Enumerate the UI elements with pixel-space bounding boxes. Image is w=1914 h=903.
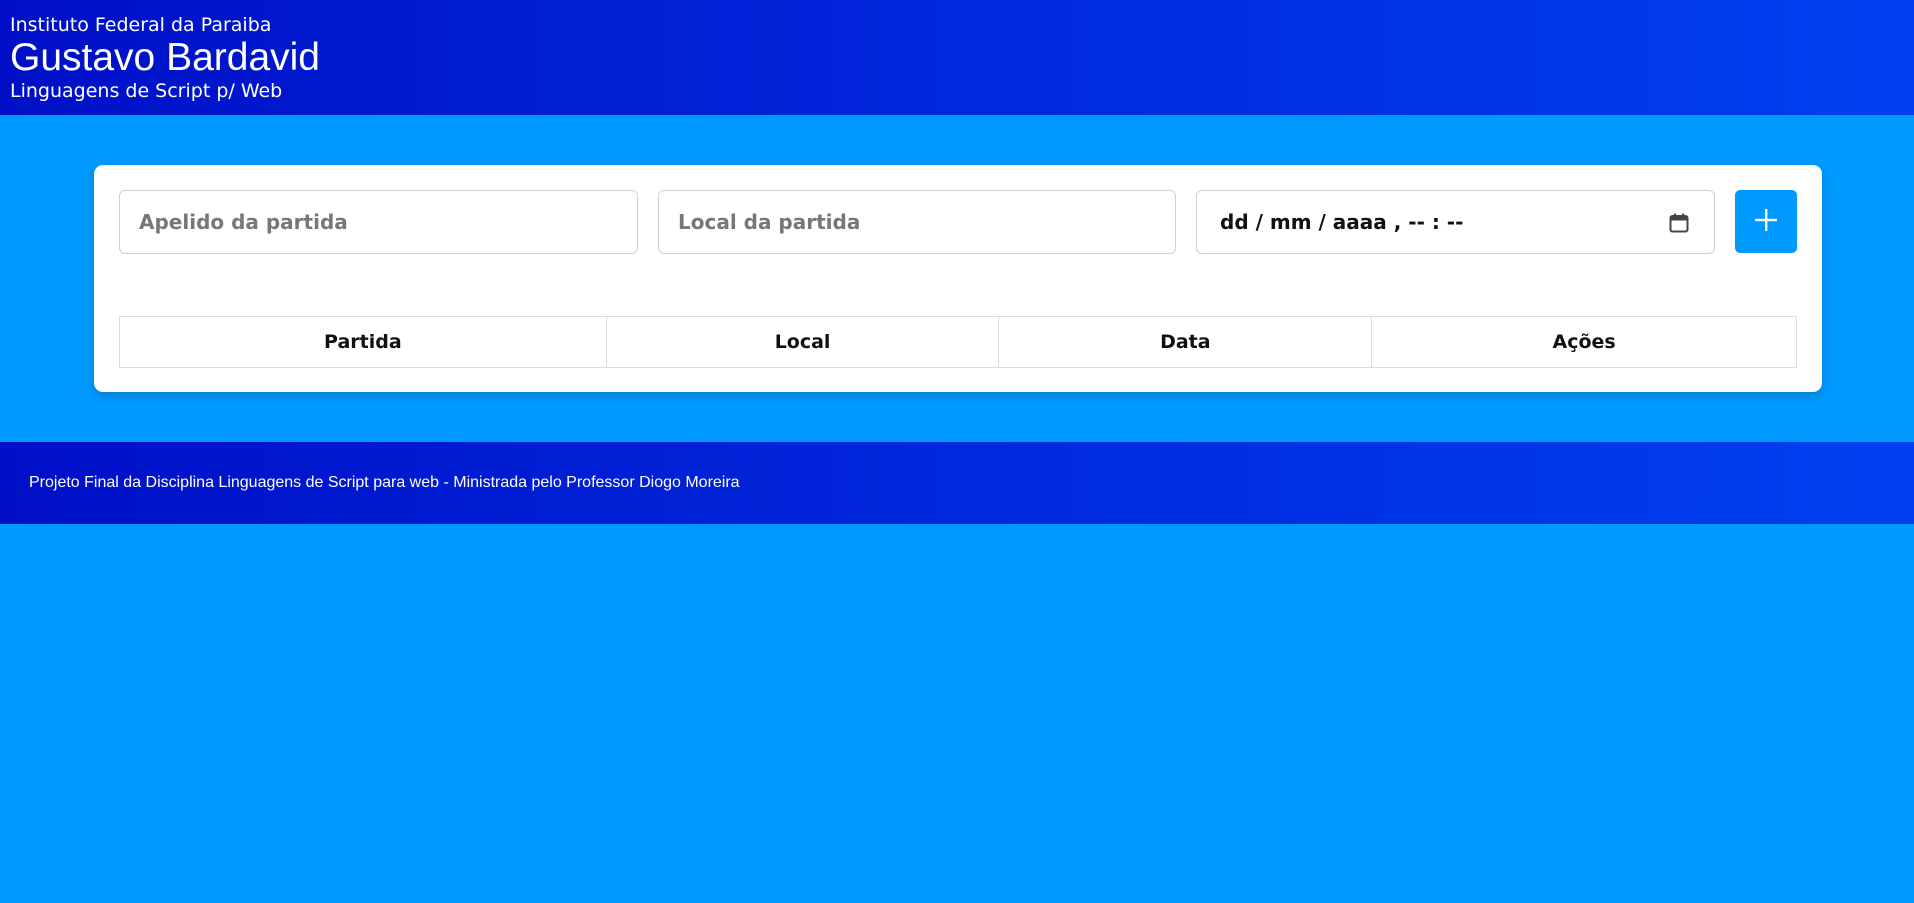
column-header-acoes: Ações bbox=[1371, 316, 1797, 368]
table-header-row: Partida Local Data Ações bbox=[119, 316, 1797, 368]
datetime-input[interactable]: dd / mm / aaaa , -- : -- bbox=[1220, 210, 1714, 234]
nickname-field[interactable] bbox=[119, 190, 638, 254]
nickname-input[interactable] bbox=[139, 191, 637, 253]
location-input[interactable] bbox=[678, 191, 1175, 253]
plus-icon bbox=[1753, 207, 1779, 237]
course-name: Linguagens de Script p/ Web bbox=[10, 80, 283, 102]
author-name: Gustavo Bardavid bbox=[10, 36, 321, 79]
footer-text: Projeto Final da Disciplina Linguagens d… bbox=[29, 474, 740, 491]
matches-table: Partida Local Data Ações bbox=[119, 316, 1797, 368]
datetime-field[interactable]: dd / mm / aaaa , -- : -- bbox=[1196, 190, 1715, 254]
column-header-data: Data bbox=[998, 316, 1373, 368]
page-header: Instituto Federal da Paraiba Gustavo Bar… bbox=[0, 0, 1914, 115]
column-header-local: Local bbox=[605, 316, 1000, 368]
add-match-button[interactable] bbox=[1735, 190, 1797, 253]
page-footer: Projeto Final da Disciplina Linguagens d… bbox=[0, 442, 1914, 524]
column-header-partida: Partida bbox=[119, 316, 607, 368]
match-form-card: dd / mm / aaaa , -- : -- Partida Local D… bbox=[94, 165, 1822, 392]
location-field[interactable] bbox=[658, 190, 1176, 254]
calendar-icon[interactable] bbox=[1668, 212, 1690, 234]
institute-name: Instituto Federal da Paraiba bbox=[10, 14, 272, 36]
